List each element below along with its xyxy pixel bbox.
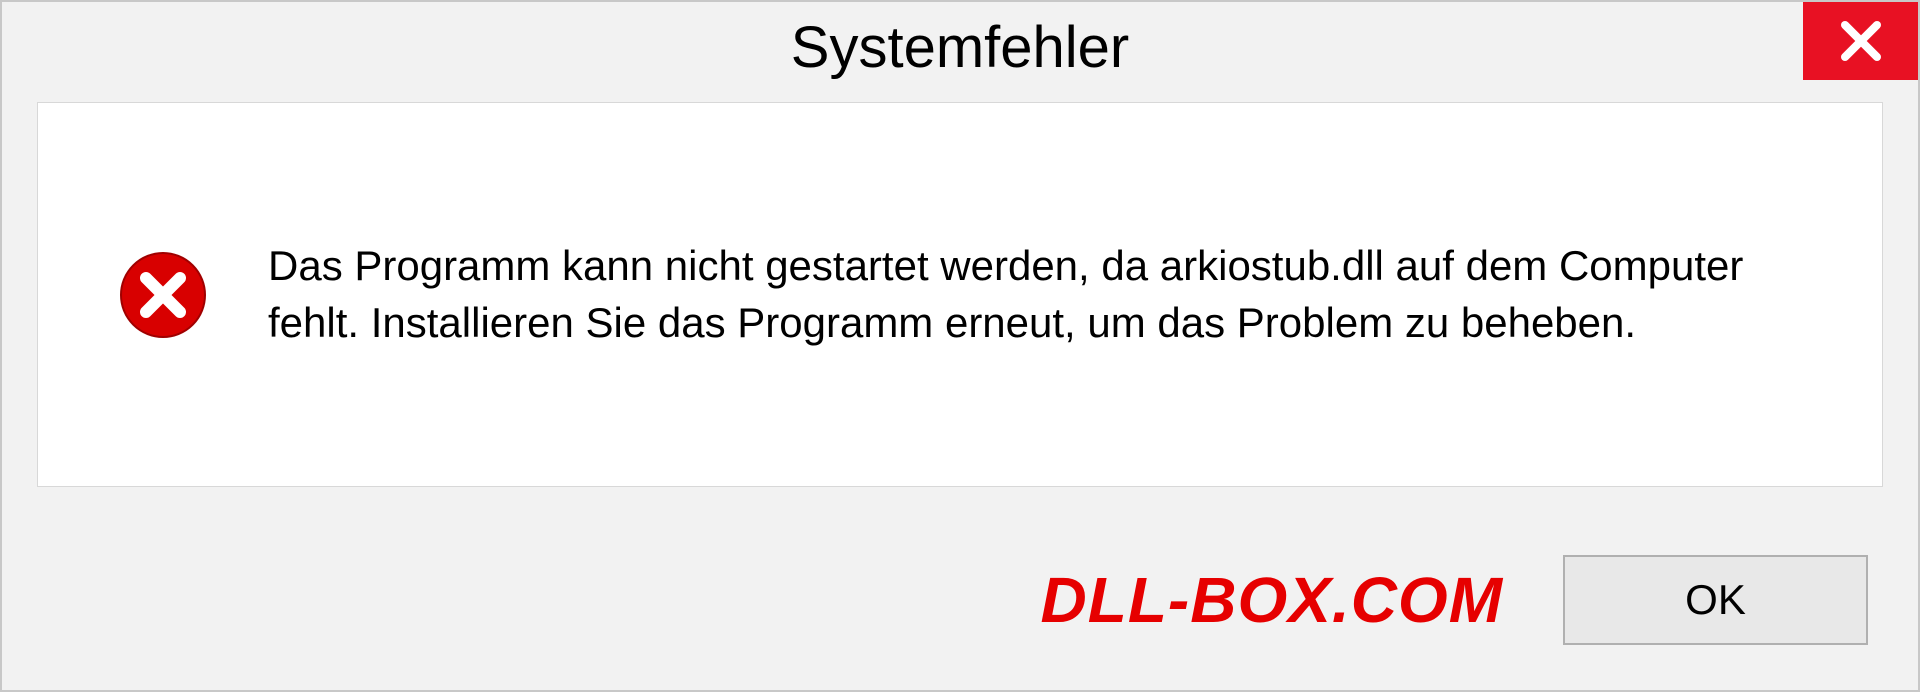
close-icon [1839,19,1883,63]
error-dialog: Systemfehler Das Programm kann nicht ges… [0,0,1920,692]
content-area: Das Programm kann nicht gestartet werden… [37,102,1883,487]
close-button[interactable] [1803,2,1918,80]
dialog-footer: DLL-BOX.COM OK [2,510,1918,690]
error-message: Das Programm kann nicht gestartet werden… [268,238,1852,351]
ok-button[interactable]: OK [1563,555,1868,645]
dialog-title: Systemfehler [791,14,1129,81]
titlebar: Systemfehler [2,2,1918,92]
error-icon [118,250,208,340]
watermark-text: DLL-BOX.COM [1041,563,1504,637]
